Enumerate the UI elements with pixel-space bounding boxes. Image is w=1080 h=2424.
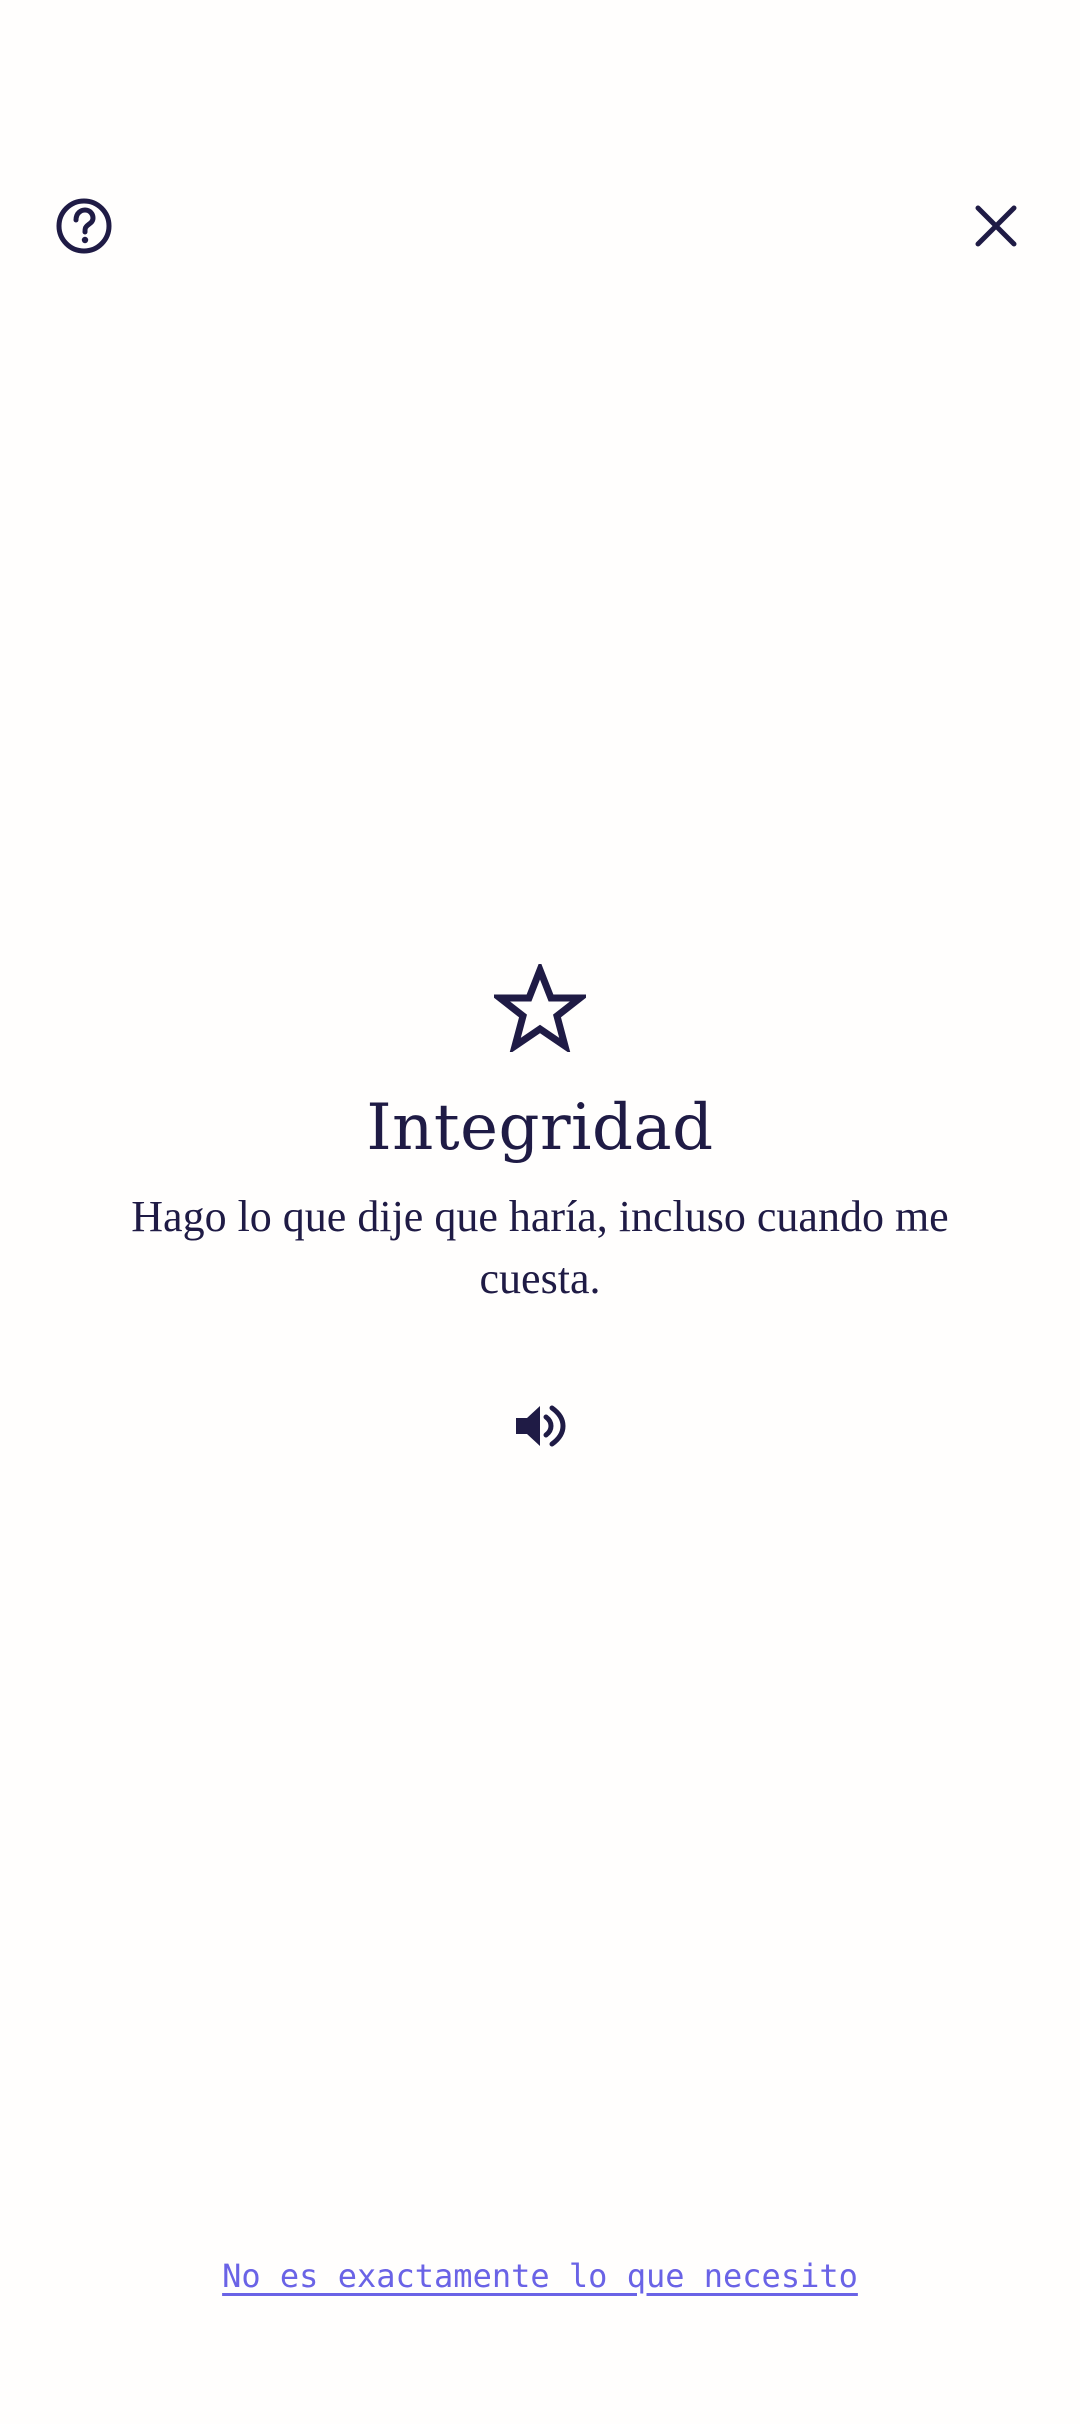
help-button[interactable] [36,178,132,274]
help-circle-icon [56,198,112,254]
not-what-i-need-link[interactable]: No es exactamente lo que necesito [0,2254,1080,2298]
value-description: Hago lo que dije que haría, incluso cuan… [131,1192,949,1303]
close-icon [975,205,1017,247]
star-outline-icon [494,964,586,1052]
value-icon [492,960,588,1056]
speaker-icon [516,1405,566,1447]
play-audio-button[interactable] [500,1386,580,1466]
close-button[interactable] [948,178,1044,274]
value-card: Integridad Hago lo que dije que haría, i… [0,960,1080,1466]
value-title: Integridad [366,1091,714,1165]
